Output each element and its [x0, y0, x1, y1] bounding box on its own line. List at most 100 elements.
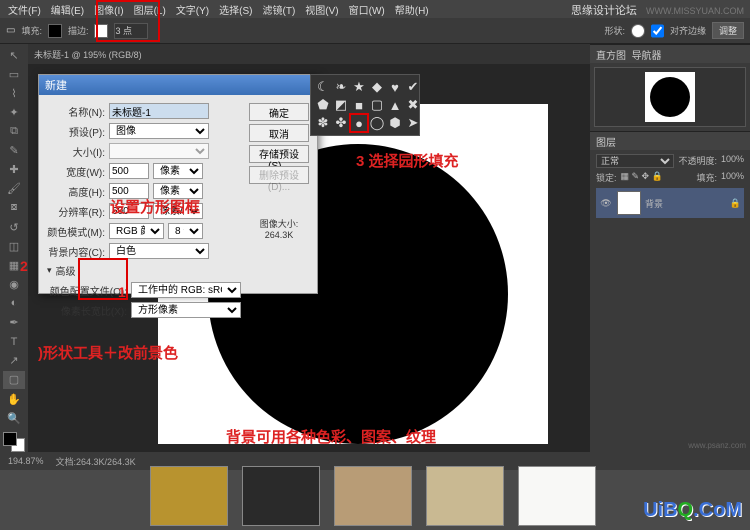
watermark-mid: www.psanz.com — [590, 439, 750, 452]
preset-select[interactable]: 图像 — [109, 123, 209, 139]
swatch-4[interactable] — [426, 466, 504, 526]
width-unit[interactable]: 像素 — [153, 163, 203, 179]
blend-mode-select[interactable]: 正常 — [596, 154, 674, 168]
dodge-tool-icon[interactable]: ◐ — [3, 294, 25, 312]
menu-file[interactable]: 文件(F) — [4, 2, 45, 17]
cancel-button[interactable]: 取消 — [249, 124, 309, 142]
profile-select[interactable]: 工作中的 RGB: sRGB IEC6196... — [131, 282, 241, 298]
eyedropper-tool-icon[interactable]: ✎ — [3, 142, 25, 160]
move-tool-icon[interactable]: ↖ — [3, 46, 25, 64]
menu-help[interactable]: 帮助(H) — [391, 2, 433, 17]
bg-select[interactable]: 白色 — [109, 243, 209, 259]
marquee-tool-icon[interactable]: ▭ — [3, 65, 25, 83]
lock-icons[interactable]: ▦ ✎ ✥ 🔒 — [621, 171, 663, 184]
visibility-icon[interactable]: 👁 — [599, 196, 613, 210]
save-preset-button[interactable]: 存储预设(S)... — [249, 145, 309, 163]
fill-swatch[interactable] — [48, 24, 62, 38]
width-input[interactable] — [109, 163, 149, 179]
swatch-1[interactable] — [150, 466, 228, 526]
res-input[interactable] — [109, 203, 149, 219]
brush-tool-icon[interactable]: 🖌 — [3, 180, 25, 198]
shape-flower-icon[interactable]: ✽ — [315, 115, 331, 131]
menu-layer[interactable]: 图层(L) — [130, 2, 170, 17]
height-unit[interactable]: 像素 — [153, 183, 203, 199]
shape-preview-icon[interactable] — [631, 24, 645, 38]
hand-tool-icon[interactable]: ✋ — [3, 390, 25, 408]
ok-button[interactable]: 确定 — [249, 103, 309, 121]
shape-square2-icon[interactable]: ▢ — [369, 97, 385, 113]
name-input[interactable] — [109, 103, 209, 119]
shape-heart-icon[interactable]: ♥ — [387, 79, 403, 95]
mode-select[interactable]: RGB 颜色 — [109, 223, 164, 239]
lasso-tool-icon[interactable]: ⌇ — [3, 84, 25, 102]
shape-triangle-icon[interactable]: ▲ — [387, 97, 403, 113]
advanced-label[interactable]: 高级 — [56, 263, 76, 278]
shape-blob-icon[interactable]: ⬟ — [315, 97, 331, 113]
swatch-2[interactable] — [242, 466, 320, 526]
blur-tool-icon[interactable]: ◉ — [3, 275, 25, 293]
fg-color-swatch[interactable] — [3, 432, 17, 446]
menu-type[interactable]: 文字(Y) — [172, 2, 213, 17]
align-edges-label: 对齐边缘 — [670, 24, 706, 37]
swatch-3[interactable] — [334, 466, 412, 526]
menu-select[interactable]: 选择(S) — [215, 2, 256, 17]
shape-puzzle-icon[interactable]: ⬢ — [387, 115, 403, 131]
height-label: 高度(H): — [47, 184, 105, 199]
eraser-tool-icon[interactable]: ◫ — [3, 237, 25, 255]
menu-filter[interactable]: 滤镜(T) — [259, 2, 300, 17]
shape-tool-icon[interactable]: ▭ — [6, 25, 15, 36]
shape-clover-icon[interactable]: ✤ — [333, 115, 349, 131]
pen-tool-icon[interactable]: ✒ — [3, 314, 25, 332]
shape-label: 形状: — [604, 24, 625, 37]
shape-diamond-icon[interactable]: ◆ — [369, 79, 385, 95]
shape-arrow-icon[interactable]: ➤ — [405, 115, 421, 131]
shape-tile-icon[interactable]: ◩ — [333, 97, 349, 113]
type-tool-icon[interactable]: T — [3, 333, 25, 351]
stroke-width-input[interactable] — [114, 23, 148, 39]
name-label: 名称(N): — [47, 104, 105, 119]
shape-cross-icon[interactable]: ✖ — [405, 97, 421, 113]
shape-moon-icon[interactable]: ☾ — [315, 79, 331, 95]
menu-window[interactable]: 窗口(W) — [345, 2, 389, 17]
shape-ring-icon[interactable]: ◯ — [369, 115, 385, 131]
fg-bg-swatch[interactable] — [3, 432, 25, 452]
heal-tool-icon[interactable]: ✚ — [3, 161, 25, 179]
crop-tool-icon[interactable]: ⧉ — [3, 122, 25, 140]
zoom-level[interactable]: 194.87% — [8, 456, 44, 466]
adjust-button[interactable]: 调整 — [712, 22, 744, 39]
watermark-bottom: UiBQ.CoM — [643, 499, 742, 522]
shape-circle-icon[interactable]: ● — [351, 115, 367, 131]
canvas-area: 未标题-1 @ 195% (RGB/8) 新建 名称(N): 预设(P):图像 … — [28, 44, 590, 452]
navigator-tab[interactable]: 导航器 — [632, 47, 662, 62]
shape-square-icon[interactable]: ■ — [351, 97, 367, 113]
wand-tool-icon[interactable]: ✦ — [3, 103, 25, 121]
navigator-preview[interactable] — [594, 67, 746, 127]
bits-select[interactable]: 8 位 — [168, 223, 203, 239]
height-input[interactable] — [109, 183, 149, 199]
doc-size: 文档:264.3K/264.3K — [56, 455, 136, 468]
stroke-swatch[interactable] — [94, 24, 108, 38]
shape-leaf-icon[interactable]: ❧ — [333, 79, 349, 95]
zoom-tool-icon[interactable]: 🔍 — [3, 409, 25, 427]
shape-check-icon[interactable]: ✔ — [405, 79, 421, 95]
aspect-select[interactable]: 方形像素 — [131, 302, 241, 318]
document-tab[interactable]: 未标题-1 @ 195% (RGB/8) — [28, 44, 590, 64]
menu-edit[interactable]: 编辑(E) — [47, 2, 88, 17]
shape-tool-icon-tb[interactable]: ▢ — [3, 371, 25, 389]
gradient-tool-icon[interactable]: ▦ — [3, 256, 25, 274]
menu-view[interactable]: 视图(V) — [301, 2, 342, 17]
layer-thumbnail[interactable] — [617, 191, 641, 215]
menu-image[interactable]: 图像(I) — [90, 2, 127, 17]
fill-value[interactable]: 100% — [721, 171, 744, 184]
res-unit[interactable]: 像素/英寸 — [153, 203, 203, 219]
histogram-tab[interactable]: 直方图 — [596, 47, 626, 62]
swatch-5[interactable] — [518, 466, 596, 526]
stamp-tool-icon[interactable]: ⧇ — [3, 199, 25, 217]
layer-row[interactable]: 👁 背景 🔒 — [596, 188, 744, 218]
align-edges-checkbox[interactable] — [651, 23, 664, 39]
path-tool-icon[interactable]: ↗ — [3, 352, 25, 370]
shape-star-icon[interactable]: ★ — [351, 79, 367, 95]
opacity-value[interactable]: 100% — [721, 154, 744, 168]
layers-tab[interactable]: 图层 — [590, 132, 750, 150]
history-brush-icon[interactable]: ↺ — [3, 218, 25, 236]
